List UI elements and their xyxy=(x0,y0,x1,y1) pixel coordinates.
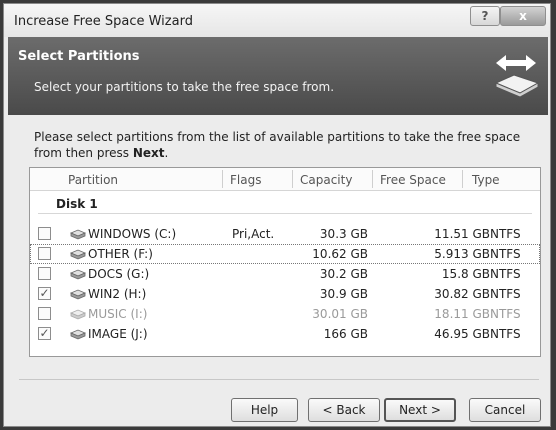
partition-row[interactable]: ✓ WIN2 (H:) 30.9 GB 30.82 GB NTFS xyxy=(30,284,540,304)
header-subtitle: Select your partitions to take the free … xyxy=(34,80,335,94)
partition-row[interactable]: MUSIC (I:) 30.01 GB 18.11 GB NTFS xyxy=(30,304,540,324)
partition-type: NTFS xyxy=(490,267,521,281)
column-divider[interactable] xyxy=(292,170,293,188)
partition-capacity: 166 GB xyxy=(323,327,368,341)
partition-checkbox[interactable] xyxy=(38,247,51,260)
partition-type: NTFS xyxy=(490,247,521,261)
button-bar-divider xyxy=(19,379,539,380)
partition-checkbox[interactable]: ✓ xyxy=(38,327,51,340)
hard-drive-icon xyxy=(70,289,86,300)
partition-name: MUSIC (I:) xyxy=(88,307,148,321)
partition-row[interactable]: ✓ IMAGE (J:) 166 GB 46.95 GB NTFS xyxy=(30,324,540,344)
partition-name: DOCS (G:) xyxy=(88,267,150,281)
partition-free-space: 30.82 GB xyxy=(434,287,490,301)
wizard-window: Increase Free Space Wizard ? x Select Pa… xyxy=(3,3,551,427)
partition-row[interactable]: WINDOWS (C:) Pri,Act. 30.3 GB 11.51 GB N… xyxy=(30,224,540,244)
partition-capacity: 10.62 GB xyxy=(312,247,368,261)
partition-flags: Pri,Act. xyxy=(232,227,275,241)
partition-row[interactable]: OTHER (F:) 10.62 GB 5.913 GB NTFS xyxy=(30,244,540,264)
hard-drive-icon xyxy=(70,329,86,340)
group-label-disk: Disk 1 xyxy=(56,197,98,211)
partition-type: NTFS xyxy=(490,327,521,341)
column-divider[interactable] xyxy=(372,170,373,188)
partition-list[interactable]: Partition Flags Capacity Free Space Type… xyxy=(29,167,541,357)
partition-checkbox[interactable] xyxy=(38,267,51,280)
partition-checkbox[interactable]: ✓ xyxy=(38,287,51,300)
hard-drive-icon xyxy=(70,229,86,240)
column-header-capacity[interactable]: Capacity xyxy=(300,173,352,187)
column-divider[interactable] xyxy=(222,170,223,188)
window-title: Increase Free Space Wizard xyxy=(14,14,193,29)
back-button[interactable]: < Back xyxy=(308,398,380,422)
partition-free-space: 46.95 GB xyxy=(434,327,490,341)
partition-name: IMAGE (J:) xyxy=(88,327,148,341)
partition-name: WIN2 (H:) xyxy=(88,287,147,301)
header-title: Select Partitions xyxy=(18,49,140,64)
cancel-button[interactable]: Cancel xyxy=(469,398,541,422)
partition-name: OTHER (F:) xyxy=(88,247,153,261)
hard-drive-icon xyxy=(70,309,86,320)
partition-capacity: 30.01 GB xyxy=(312,307,368,321)
hard-drive-icon xyxy=(70,269,86,280)
partition-free-space: 5.913 GB xyxy=(434,247,490,261)
next-button[interactable]: Next > xyxy=(384,398,456,422)
column-header-free-space[interactable]: Free Space xyxy=(380,173,446,187)
partition-capacity: 30.9 GB xyxy=(319,287,368,301)
wizard-header: Select Partitions Select your partitions… xyxy=(8,37,548,115)
hard-drive-icon xyxy=(70,249,86,260)
list-header: Partition Flags Capacity Free Space Type xyxy=(30,168,540,191)
partition-type: NTFS xyxy=(490,227,521,241)
partition-row[interactable]: DOCS (G:) 30.2 GB 15.8 GB NTFS xyxy=(30,264,540,284)
column-divider[interactable] xyxy=(462,170,463,188)
drive-arrow-icon xyxy=(494,55,540,98)
help-button[interactable]: Help xyxy=(231,398,298,422)
partition-type: NTFS xyxy=(490,287,521,301)
title-close-button[interactable]: x xyxy=(500,6,546,26)
column-header-partition[interactable]: Partition xyxy=(68,173,118,187)
column-header-type[interactable]: Type xyxy=(472,173,500,187)
partition-checkbox[interactable] xyxy=(38,307,51,320)
title-help-button[interactable]: ? xyxy=(470,6,500,26)
partition-checkbox[interactable] xyxy=(38,227,51,240)
column-header-flags[interactable]: Flags xyxy=(230,173,261,187)
partition-type: NTFS xyxy=(490,307,521,321)
title-bar: Increase Free Space Wizard ? x xyxy=(4,4,550,37)
partition-capacity: 30.3 GB xyxy=(319,227,368,241)
partition-free-space: 18.11 GB xyxy=(434,307,490,321)
partition-name: WINDOWS (C:) xyxy=(88,227,177,241)
instruction-text: Please select partitions from the list o… xyxy=(34,130,521,160)
partition-free-space: 11.51 GB xyxy=(434,227,490,241)
group-divider xyxy=(38,213,532,214)
partition-free-space: 15.8 GB xyxy=(441,267,490,281)
partition-capacity: 30.2 GB xyxy=(319,267,368,281)
